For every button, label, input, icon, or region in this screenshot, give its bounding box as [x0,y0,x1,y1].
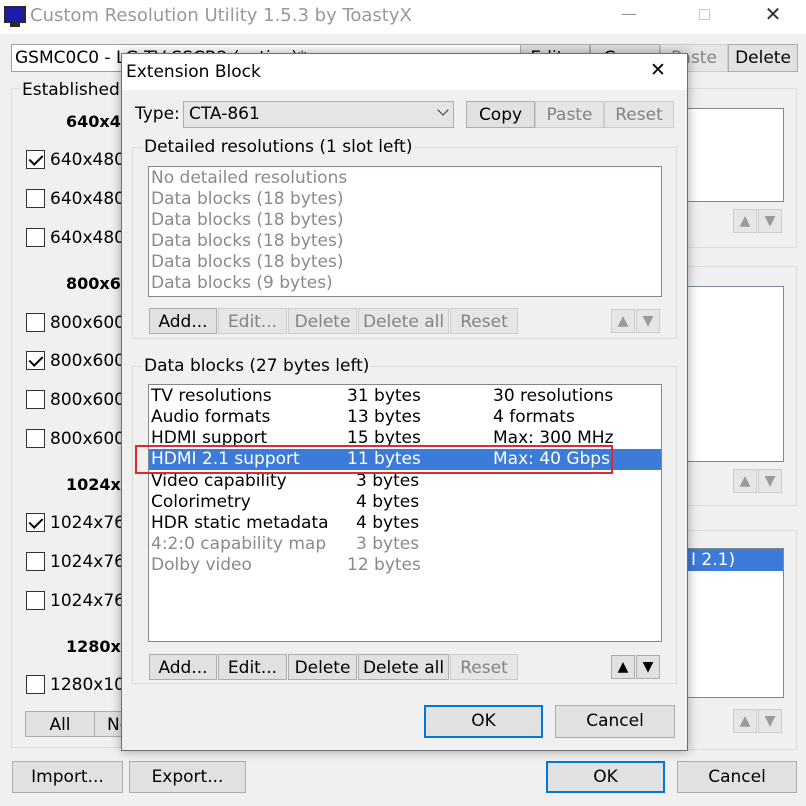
data-reset-button[interactable]: Reset [450,654,518,680]
chevron-down-icon [437,104,449,116]
move-up-icon[interactable]: ▲ [733,209,757,233]
close-icon[interactable]: ✕ [758,2,788,28]
checkbox-640x480-c[interactable] [26,228,45,247]
move-down-icon[interactable]: ▼ [636,309,660,333]
type-select[interactable]: CTA-861 [183,101,454,128]
export-button[interactable]: Export... [129,761,246,793]
checkbox-800x600-c[interactable] [26,390,45,409]
window-title: Custom Resolution Utility 1.5.3 by Toast… [30,5,412,26]
list-item[interactable]: Data blocks (18 bytes) [149,252,661,273]
move-down-icon[interactable]: ▼ [758,709,782,733]
minimize-icon[interactable]: — [614,4,644,28]
list-item[interactable]: Data blocks (9 bytes) [149,273,661,294]
table-row[interactable]: HDR static metadata 4 bytes [149,513,661,534]
detailed-edit-button[interactable]: Edit... [218,308,287,334]
move-up-icon[interactable]: ▲ [733,469,757,493]
main-cancel-button[interactable]: Cancel [677,761,797,793]
type-paste-button[interactable]: Paste [535,101,604,128]
main-ok-button[interactable]: OK [546,761,665,793]
move-up-icon[interactable]: ▲ [611,655,635,679]
checkbox-1024x768-a[interactable] [26,513,45,532]
right-list-selected-row[interactable]: I 2.1) [688,549,783,571]
move-down-icon[interactable]: ▼ [758,209,782,233]
checkbox-label: 800x600 [50,390,125,410]
checkbox-label: 640x480 [50,189,125,209]
right-list-1[interactable] [688,108,784,202]
extension-block-dialog: Extension Block ✕ Type: CTA-861 Copy Pas… [121,53,688,751]
table-row[interactable]: 4:2:0 capability map 3 bytes [149,534,661,555]
app-monitor-icon [4,6,26,23]
delete-monitor-button[interactable]: Delete [728,44,798,72]
checkbox-label: 640x480 [50,228,125,248]
checkbox-800x600-b[interactable] [26,351,45,370]
right-list-selected-text: I 2.1) [691,550,736,570]
established-label: Established r [20,80,135,100]
list-item[interactable]: Data blocks (18 bytes) [149,231,661,252]
move-up-icon[interactable]: ▲ [733,709,757,733]
checkbox-label: 800x600 [50,429,125,449]
detailed-reset-button[interactable]: Reset [450,308,518,334]
detailed-resolutions-list[interactable]: No detailed resolutions Data blocks (18 … [148,166,662,297]
type-copy-button[interactable]: Copy [466,101,535,128]
detailed-add-button[interactable]: Add... [149,308,217,334]
data-add-button[interactable]: Add... [149,654,217,680]
checkbox-1024x768-b[interactable] [26,552,45,571]
checkbox-label: 800x600 [50,351,125,371]
data-delete-all-button[interactable]: Delete all [358,654,449,680]
dialog-close-icon[interactable]: ✕ [644,59,672,85]
checkbox-640x480-b[interactable] [26,189,45,208]
detailed-resolutions-label: Detailed resolutions (1 slot left) [142,137,415,157]
all-button[interactable]: All [25,711,95,737]
data-edit-button[interactable]: Edit... [218,654,287,680]
titlebar: Custom Resolution Utility 1.5.3 by Toast… [0,0,806,34]
move-up-icon[interactable]: ▲ [611,309,635,333]
dialog-titlebar: Extension Block ✕ [122,54,687,90]
detailed-delete-button[interactable]: Delete [288,308,357,334]
type-label: Type: [135,104,180,124]
app-monitor-stand [10,23,20,27]
checkbox-label: 800x600 [50,313,125,333]
dialog-title: Extension Block [126,62,261,82]
dialog-cancel-button[interactable]: Cancel [555,705,675,738]
maximize-icon[interactable] [690,4,720,28]
data-blocks-label: Data blocks (27 bytes left) [142,356,372,376]
right-list-2[interactable] [688,286,784,462]
list-item[interactable]: Data blocks (18 bytes) [149,210,661,231]
list-item[interactable]: No detailed resolutions [149,168,661,189]
move-down-icon[interactable]: ▼ [636,655,660,679]
table-row[interactable]: Dolby video 12 bytes [149,555,661,576]
checkbox-640x480-a[interactable] [26,150,45,169]
import-button[interactable]: Import... [12,761,123,793]
detailed-delete-all-button[interactable]: Delete all [358,308,449,334]
move-down-icon[interactable]: ▼ [758,469,782,493]
table-row[interactable]: Colorimetry 4 bytes [149,492,661,513]
data-delete-button[interactable]: Delete [288,654,357,680]
table-row[interactable]: Video capability 3 bytes [149,471,661,492]
list-item[interactable]: Data blocks (18 bytes) [149,189,661,210]
highlight-box [135,445,613,474]
checkbox-1280x1024[interactable] [26,675,45,694]
data-blocks-list[interactable]: TV resolutions 31 bytes 30 resolutions A… [148,384,662,642]
right-list-3[interactable]: I 2.1) [688,548,784,698]
table-row[interactable]: Audio formats 13 bytes 4 formats [149,407,661,428]
checkbox-label: 640x480 [50,150,125,170]
checkbox-1024x768-c[interactable] [26,591,45,610]
checkbox-800x600-d[interactable] [26,429,45,448]
dialog-ok-button[interactable]: OK [424,705,543,738]
checkbox-800x600-a[interactable] [26,313,45,332]
type-select-value: CTA-861 [189,104,260,124]
type-reset-button[interactable]: Reset [604,101,674,128]
table-row[interactable]: TV resolutions 31 bytes 30 resolutions [149,386,661,407]
